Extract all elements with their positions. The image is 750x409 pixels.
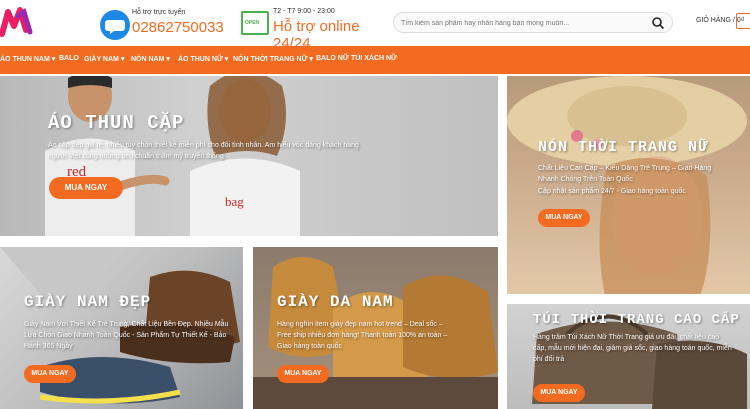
nav-label: NÓN NAM [131,56,165,63]
nav-label: ÁO THUN NỮ [178,56,223,63]
hat-woman-photo [507,76,747,294]
nav-label: GIÀY NAM [84,56,119,63]
buy-now-button[interactable]: MUA NGAY [277,365,329,383]
hotline-number[interactable]: 02862750033 [132,19,224,36]
buy-now-button[interactable]: MUA NGAY [533,384,585,402]
online-hours: T2 - T7 9:00 - 23:00 [273,8,335,15]
nav-label: NÓN THỜI TRANG NỮ [233,56,308,63]
nav-item-balo-nu[interactable]: BALO NỮ [316,55,349,62]
tile-title: GIÀY DA NAM [277,293,394,311]
nav-label: TÚI XÁCH NỮ [351,55,397,62]
hotline-block[interactable]: Hỗ trợ trực tuyến 02862750033 [100,8,230,42]
tile-description: Hàng trăm Túi Xách Nữ Thời Trang giá ưu … [533,334,732,363]
nav-item-non-thoi-trang-nu[interactable]: NÓN THỜI TRANG NỮ ▾ [233,55,313,63]
tile-description: Chất Liệu Cao Cấp – Kiểu Dáng Trẻ Trung … [538,165,712,183]
tile-description: Áo cặp đẹp giá rẻ, nhiều tùy chọn thiết … [48,142,359,160]
nav-label: ÁO THUN NAM [0,56,50,63]
shirt-print-text-2: bag [225,194,244,209]
nav-label: BALO [59,55,79,62]
tile-non-thoi-trang-nu[interactable]: NÓN THỜI TRANG NỮ Chất Liệu Cao Cấp – Ki… [507,76,750,294]
online-support-block[interactable]: OPEN T2 - T7 9:00 - 23:00 Hỗ trợ online … [241,8,391,52]
open-sign-icon: OPEN [241,11,269,35]
cart-icon[interactable] [736,13,750,29]
tile-title: GIÀY NAM ĐẸP [24,293,152,311]
search-input[interactable] [401,16,641,30]
tile-title: TÚI THỜI TRANG CAO CẤP [533,312,740,328]
search-icon[interactable] [651,16,665,30]
open-sign-text: OPEN [245,20,260,26]
main-nav: ÁO THUN NAM ▾ BALO GIÀY NAM ▾ NÓN NAM ▾ … [0,46,750,74]
nav-item-ao-thun-nam[interactable]: ÁO THUN NAM ▾ [0,55,55,63]
tile-title: NÓN THỜI TRANG NỮ [538,139,709,156]
nav-item-ao-thun-nu[interactable]: ÁO THUN NỮ ▾ [178,55,228,63]
search-box [393,12,673,33]
brand-logo[interactable] [0,6,34,38]
tile-giay-nam-dep[interactable]: GIÀY NAM ĐẸP Giày Nam Với Thiết Kế Trẻ T… [0,247,243,409]
chat-icon [100,10,130,40]
hotline-label: Hỗ trợ trực tuyến [132,9,186,16]
tile-ao-thun-cap[interactable]: red bag ÁO THUN CẶP Áo cặp đẹp giá rẻ, n… [0,76,498,236]
site-header: Hỗ trợ trực tuyến 02862750033 OPEN T2 - … [0,0,750,52]
buy-now-button[interactable]: MUA NGAY [538,209,590,227]
tile-description: Giày Nam Với Thiết Kế Trẻ Trung, Chất Li… [24,321,229,350]
nav-item-balo[interactable]: BALO [59,55,79,62]
tile-description-2: Cập nhật sản phẩm 24/7 - Giao hàng toàn … [538,188,686,195]
nav-item-non-nam[interactable]: NÓN NAM ▾ [131,55,170,63]
nav-item-tui-xach-nu[interactable]: TÚI XÁCH NỮ [351,55,397,62]
tile-tui-thoi-trang-cao-cap[interactable]: TÚI THỜI TRANG CAO CẤP Hàng trăm Túi Xác… [507,304,750,409]
tile-title: ÁO THUN CẶP [48,112,185,134]
buy-now-button[interactable]: MUA NGAY [49,177,123,199]
buy-now-button[interactable]: MUA NGAY [24,365,76,383]
tile-description: Hàng nghìn item giày đẹp nam hot trend –… [277,321,448,350]
nav-item-giay-nam[interactable]: GIÀY NAM ▾ [84,55,124,63]
nav-label: BALO NỮ [316,55,349,62]
tile-giay-da-nam[interactable]: GIÀY DA NAM Hàng nghìn item giày đẹp nam… [253,247,498,409]
